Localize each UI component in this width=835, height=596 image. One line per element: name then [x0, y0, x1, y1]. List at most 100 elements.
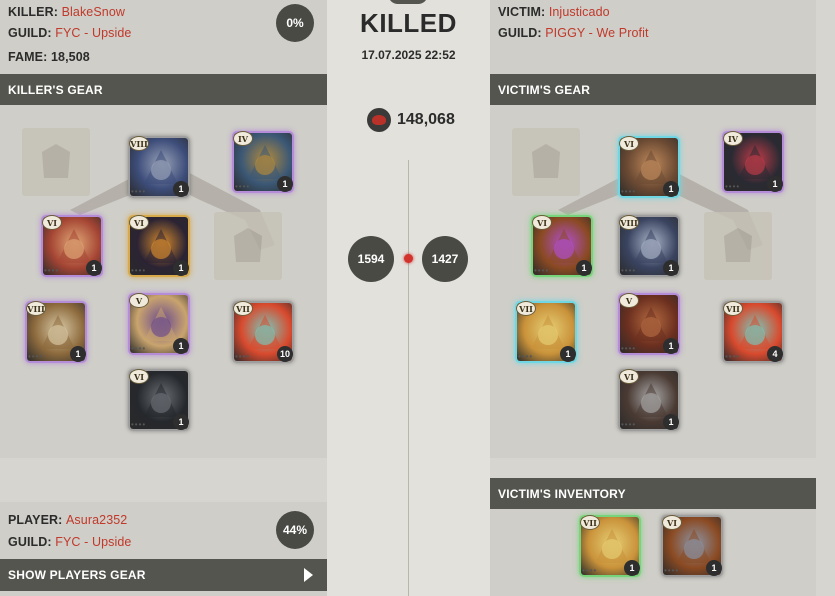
killer-gear-header: KILLER'S GEAR — [0, 74, 327, 105]
tier-badge: VIII — [129, 136, 149, 151]
tier-badge: VI — [619, 369, 639, 384]
empty-bag-slot[interactable] — [512, 128, 580, 196]
player-guild-row: GUILD: FYC - Upside — [8, 535, 131, 549]
fame-icon — [367, 108, 391, 132]
enchant-dots-icon: •••• — [725, 182, 741, 191]
enchant-dots-icon: •••• — [235, 352, 251, 361]
victim-inventory-header: VICTIM'S INVENTORY — [490, 478, 816, 509]
enchant-dots-icon: •••• — [131, 344, 147, 353]
killer-label: KILLER: — [8, 5, 58, 19]
total-fame-value: 148,068 — [397, 111, 455, 128]
quantity-badge: 1 — [173, 338, 189, 354]
killer-panel: KILLER: BlakeSnow GUILD: FYC - Upside FA… — [0, 0, 327, 458]
quantity-badge: 1 — [560, 346, 576, 362]
killer-guild-label: GUILD: — [8, 26, 52, 40]
cape-item-slot[interactable]: IV 1 •••• — [229, 128, 297, 196]
killer-guild-link[interactable]: FYC - Upside — [55, 26, 131, 40]
timeline-dot — [404, 254, 413, 263]
empty-bag-icon — [42, 144, 70, 178]
victim-inventory-panel: VICTIM'S INVENTORY VII 1 •••• VI 1 •••• — [490, 478, 816, 596]
armor-item-slot[interactable]: VIII 1 •••• — [615, 212, 683, 280]
quantity-badge: 1 — [277, 176, 293, 192]
armor-item-slot[interactable]: VI 1 •••• — [125, 212, 193, 280]
quantity-badge: 1 — [663, 260, 679, 276]
killer-guild-row: GUILD: FYC - Upside — [8, 26, 131, 40]
kill-summary: KILLED 17.07.2025 22:52 148,068 1594 142… — [327, 0, 490, 596]
tier-badge: VII — [516, 301, 536, 316]
enchant-dots-icon: •••• — [44, 266, 60, 275]
mount-item-slot[interactable]: VI 1 •••• — [125, 366, 193, 434]
victim-guild-link[interactable]: PIGGY - We Profit — [545, 26, 648, 40]
enchant-dots-icon: •••• — [131, 266, 147, 275]
enchant-dots-icon: •••• — [725, 352, 741, 361]
quantity-badge: 1 — [706, 560, 722, 576]
food-item-slot[interactable]: VII 1 •••• — [512, 298, 580, 366]
quantity-badge: 1 — [663, 181, 679, 197]
quantity-badge: 1 — [663, 414, 679, 430]
enchant-dots-icon: •••• — [28, 352, 44, 361]
show-players-gear-label: SHOW PLAYERS GEAR — [8, 568, 146, 582]
enchant-dots-icon: •••• — [131, 187, 147, 196]
tier-badge: IV — [233, 131, 253, 146]
food-item-slot[interactable]: VIII 1 •••• — [22, 298, 90, 366]
victim-panel: VICTIM: Injusticado GUILD: PIGGY - We Pr… — [490, 0, 816, 458]
enchant-dots-icon: •••• — [621, 344, 637, 353]
head-item-slot[interactable]: VIII 1 •••• — [125, 133, 193, 201]
kill-date: 17.07.2025 22:52 — [361, 48, 456, 62]
total-fame: 148,068 — [367, 108, 455, 132]
tier-badge: VII — [233, 301, 253, 316]
mount-item-slot[interactable]: VI 1 •••• — [615, 366, 683, 434]
enchant-dots-icon: •••• — [621, 187, 637, 196]
enchant-dots-icon: •••• — [534, 266, 550, 275]
victim-name-link[interactable]: Injusticado — [549, 5, 610, 19]
empty-offhand-slot[interactable] — [704, 212, 772, 280]
killer-name-link[interactable]: BlakeSnow — [62, 5, 125, 19]
tier-badge: IV — [723, 131, 743, 146]
tier-badge: VI — [619, 136, 639, 151]
player-guild-label: GUILD: — [8, 535, 52, 549]
tier-badge: VI — [532, 215, 552, 230]
player-damage-percent-badge: 44% — [276, 511, 314, 549]
tier-badge: VI — [42, 215, 62, 230]
player-label: PLAYER: — [8, 513, 63, 527]
victim-gear-header: VICTIM'S GEAR — [490, 74, 816, 105]
head-item-slot[interactable]: VI 1 •••• — [615, 133, 683, 201]
player-panel: PLAYER: Asura2352 GUILD: FYC - Upside 44… — [0, 502, 327, 596]
quantity-badge: 1 — [624, 560, 640, 576]
inventory-item-slot[interactable]: VII 1 •••• — [576, 512, 644, 580]
empty-bag-slot[interactable] — [22, 128, 90, 196]
quantity-badge: 4 — [767, 346, 783, 362]
player-name-link[interactable]: Asura2352 — [66, 513, 127, 527]
tier-badge: VIII — [619, 215, 639, 230]
killer-fame-label: FAME: — [8, 50, 48, 64]
tier-badge: V — [129, 293, 149, 308]
quantity-badge: 1 — [173, 414, 189, 430]
mainhand-item-slot[interactable]: VI 1 •••• — [38, 212, 106, 280]
potion-item-slot[interactable]: VII 10 •••• — [229, 298, 297, 366]
cape-item-slot[interactable]: IV 1 •••• — [719, 128, 787, 196]
shoes-item-slot[interactable]: V 1 •••• — [125, 290, 193, 358]
inventory-item-slot[interactable]: VI 1 •••• — [658, 512, 726, 580]
tier-badge: VI — [129, 215, 149, 230]
top-arc-decoration — [388, 0, 428, 4]
show-players-gear-button[interactable]: SHOW PLAYERS GEAR — [0, 559, 327, 591]
enchant-dots-icon: •••• — [582, 566, 598, 575]
potion-item-slot[interactable]: VII 4 •••• — [719, 298, 787, 366]
enchant-dots-icon: •••• — [518, 352, 534, 361]
enchant-dots-icon: •••• — [664, 566, 680, 575]
tier-badge: VII — [723, 301, 743, 316]
player-guild-link[interactable]: FYC - Upside — [55, 535, 131, 549]
tier-badge: VI — [662, 515, 682, 530]
killer-row: KILLER: BlakeSnow — [8, 5, 125, 19]
killer-damage-percent-badge: 0% — [276, 4, 314, 42]
empty-offhand-slot[interactable] — [214, 212, 282, 280]
shoes-item-slot[interactable]: V 1 •••• — [615, 290, 683, 358]
victim-guild-row: GUILD: PIGGY - We Profit — [498, 26, 649, 40]
victim-guild-label: GUILD: — [498, 26, 542, 40]
mainhand-item-slot[interactable]: VI 1 •••• — [528, 212, 596, 280]
tier-badge: VIII — [26, 301, 46, 316]
killer-fame-row: FAME: 18,508 — [8, 50, 90, 64]
empty-offhand-icon — [724, 228, 752, 262]
timeline-line — [408, 160, 409, 596]
player-row: PLAYER: Asura2352 — [8, 513, 127, 527]
